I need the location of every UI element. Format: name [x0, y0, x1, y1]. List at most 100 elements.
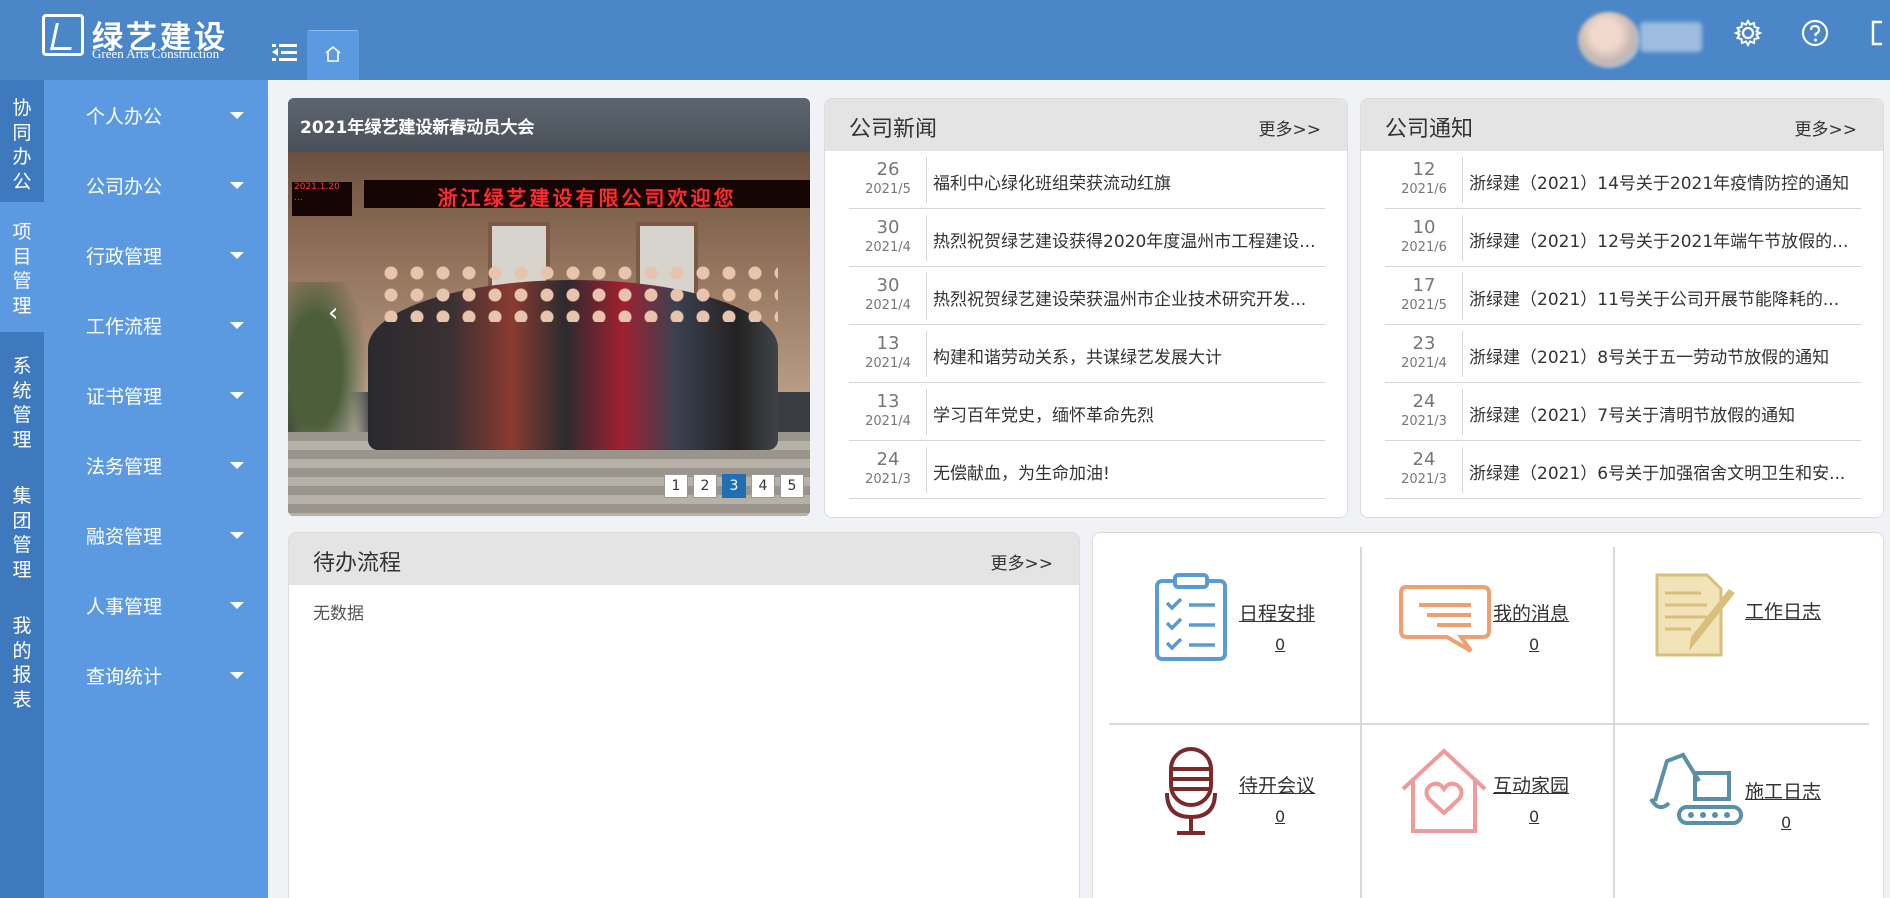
list-item[interactable]: 30 2021/4 热烈祝贺绿艺建设荣获温州市企业技术研究开发... [849, 267, 1325, 325]
quick-link-meetings[interactable]: 待开会议 0 [1163, 745, 1413, 855]
list-item-title[interactable]: 学习百年党史，缅怀革命先烈 [933, 401, 1319, 426]
sidebar-item-hr[interactable]: 人事管理 [44, 570, 268, 640]
date-day: 26 [876, 159, 900, 180]
carousel-page-1[interactable]: 1 [664, 474, 688, 498]
list-item[interactable]: 30 2021/4 热烈祝贺绿艺建设获得2020年度温州市工程建设... [849, 209, 1325, 267]
list-item[interactable]: 17 2021/5 浙绿建（2021）11号关于公司开展节能降耗的... [1385, 267, 1861, 325]
user-name-blurred[interactable] [1640, 22, 1702, 52]
carousel-page-5[interactable]: 5 [780, 474, 804, 498]
logout-icon[interactable] [1868, 18, 1890, 48]
quick-link-count[interactable]: 0 [1529, 635, 1539, 654]
date-block: 24 2021/3 [1385, 389, 1463, 435]
quick-link-count[interactable]: 0 [1781, 813, 1791, 832]
sidebar-item-certificates[interactable]: 证书管理 [44, 360, 268, 430]
quick-link-schedule[interactable]: 日程安排 0 [1153, 573, 1403, 683]
excavator-icon [1649, 752, 1743, 825]
list-item[interactable]: 13 2021/4 学习百年党史，缅怀革命先烈 [849, 383, 1325, 441]
news-carousel[interactable]: 2021.1.20 ... 浙江绿艺建设有限公司欢迎您 2021年绿艺建设新春动… [288, 98, 810, 516]
quick-link-label[interactable]: 互动家园 [1493, 771, 1569, 798]
list-item-title[interactable]: 无偿献血，为生命加油! [933, 459, 1319, 484]
sidebar-item-personal-office[interactable]: 个人办公 [44, 80, 268, 150]
pending-workflow-panel: 待办流程 更多>> 无数据 [288, 532, 1080, 898]
list-item[interactable]: 24 2021/3 无偿献血，为生命加油! [849, 441, 1325, 499]
avatar[interactable] [1578, 12, 1640, 68]
logo-mark-icon [42, 14, 84, 56]
menu-collapse-icon[interactable] [272, 40, 300, 68]
list-item-title[interactable]: 浙绿建（2021）14号关于2021年疫情防控的通知 [1469, 169, 1855, 194]
sidebar-item-company-office[interactable]: 公司办公 [44, 150, 268, 220]
sub-menu: 个人办公 公司办公 行政管理 工作流程 证书管理 法务管理 融资管理 人事管理 … [44, 80, 268, 898]
quick-link-count[interactable]: 0 [1529, 807, 1539, 826]
quick-link-community[interactable]: 互动家园 0 [1399, 745, 1649, 855]
sidebar-item-administration[interactable]: 行政管理 [44, 220, 268, 290]
date-year-month: 2021/6 [1401, 182, 1447, 197]
carousel-photo[interactable]: 2021.1.20 ... 浙江绿艺建设有限公司欢迎您 [288, 152, 810, 516]
list-item-title[interactable]: 浙绿建（2021）11号关于公司开展节能降耗的... [1469, 285, 1855, 310]
quick-link-messages[interactable]: 我的消息 0 [1397, 573, 1647, 683]
caret-down-icon [230, 182, 244, 189]
module-item-group[interactable]: 集团管理 [0, 472, 44, 592]
sidebar-item-label: 查询统计 [86, 666, 163, 688]
carousel-page-4[interactable]: 4 [751, 474, 775, 498]
gear-icon[interactable] [1733, 18, 1763, 48]
module-item-collaboration[interactable]: 协同办公 [0, 92, 44, 202]
list-item[interactable]: 12 2021/6 浙绿建（2021）14号关于2021年疫情防控的通知 [1385, 151, 1861, 209]
quick-link-label[interactable]: 工作日志 [1745, 597, 1821, 624]
sidebar-item-query-stats[interactable]: 查询统计 [44, 640, 268, 710]
more-link[interactable]: 更多>> [1259, 115, 1322, 140]
quick-link-label[interactable]: 施工日志 [1745, 777, 1821, 804]
list-item-title[interactable]: 热烈祝贺绿艺建设荣获温州市企业技术研究开发... [933, 285, 1319, 310]
carousel-title[interactable]: 2021年绿艺建设新春动员大会 [300, 113, 534, 138]
list-item-title[interactable]: 浙绿建（2021）6号关于加强宿舍文明卫生和安... [1469, 459, 1855, 484]
panel-header: 公司通知 更多>> [1361, 99, 1883, 151]
caret-down-icon [230, 532, 244, 539]
caret-down-icon [230, 252, 244, 259]
sidebar-item-workflow[interactable]: 工作流程 [44, 290, 268, 360]
clipboard-checklist-icon [1155, 573, 1227, 661]
quick-link-work-log[interactable]: 工作日志 [1651, 571, 1883, 681]
sidebar-item-legal[interactable]: 法务管理 [44, 430, 268, 500]
tab-home[interactable] [307, 30, 359, 80]
quick-link-construction-log[interactable]: 施工日志 0 [1649, 751, 1883, 861]
carousel-page-3[interactable]: 3 [722, 474, 746, 498]
list-item[interactable]: 23 2021/4 浙绿建（2021）8号关于五一劳动节放假的通知 [1385, 325, 1861, 383]
date-day: 12 [1412, 159, 1436, 180]
module-item-system[interactable]: 系统管理 [0, 342, 44, 462]
quick-link-count[interactable]: 0 [1275, 635, 1285, 654]
list-item[interactable]: 13 2021/4 构建和谐劳动关系，共谋绿艺发展大计 [849, 325, 1325, 383]
carousel-page-2[interactable]: 2 [693, 474, 717, 498]
caret-down-icon [230, 462, 244, 469]
module-item-project[interactable]: 项目管理 [0, 202, 44, 332]
quick-link-label[interactable]: 待开会议 [1239, 771, 1315, 798]
company-logo[interactable]: 绿艺建设 Green Arts Construction [40, 10, 240, 66]
list-item-title[interactable]: 热烈祝贺绿艺建设获得2020年度温州市工程建设... [933, 227, 1319, 252]
quick-link-label[interactable]: 日程安排 [1239, 599, 1315, 626]
sidebar-item-financing[interactable]: 融资管理 [44, 500, 268, 570]
carousel-prev-icon[interactable]: ‹ [328, 298, 338, 328]
date-block: 26 2021/5 [849, 157, 927, 203]
list-item[interactable]: 26 2021/5 福利中心绿化班组荣获流动红旗 [849, 151, 1325, 209]
list-item[interactable]: 24 2021/3 浙绿建（2021）6号关于加强宿舍文明卫生和安... [1385, 441, 1861, 499]
caret-down-icon [230, 322, 244, 329]
list-item-title[interactable]: 构建和谐劳动关系，共谋绿艺发展大计 [933, 343, 1319, 368]
list-item-title[interactable]: 福利中心绿化班组荣获流动红旗 [933, 169, 1319, 194]
list-item-title[interactable]: 浙绿建（2021）12号关于2021年端午节放假的... [1469, 227, 1855, 252]
more-link[interactable]: 更多>> [991, 549, 1054, 574]
company-news-panel: 公司新闻 更多>> 26 2021/5 福利中心绿化班组荣获流动红旗 30 2021/4… [824, 98, 1348, 518]
list-item[interactable]: 10 2021/6 浙绿建（2021）12号关于2021年端午节放假的... [1385, 209, 1861, 267]
panel-title: 公司通知 [1385, 117, 1474, 142]
list-item[interactable]: 24 2021/3 浙绿建（2021）7号关于清明节放假的通知 [1385, 383, 1861, 441]
list-item-title[interactable]: 浙绿建（2021）8号关于五一劳动节放假的通知 [1469, 343, 1855, 368]
help-icon[interactable] [1800, 18, 1830, 48]
quick-link-count[interactable]: 0 [1275, 807, 1285, 826]
date-year-month: 2021/4 [1401, 356, 1447, 371]
date-year-month: 2021/3 [865, 472, 911, 487]
panel-header: 公司新闻 更多>> [825, 99, 1347, 151]
date-year-month: 2021/5 [1401, 298, 1447, 313]
date-year-month: 2021/3 [1401, 414, 1447, 429]
list-item-title[interactable]: 浙绿建（2021）7号关于清明节放假的通知 [1469, 401, 1855, 426]
sidebar-item-label: 个人办公 [86, 106, 163, 128]
more-link[interactable]: 更多>> [1795, 115, 1858, 140]
module-item-reports[interactable]: 我的报表 [0, 602, 44, 722]
quick-link-label[interactable]: 我的消息 [1493, 599, 1569, 626]
